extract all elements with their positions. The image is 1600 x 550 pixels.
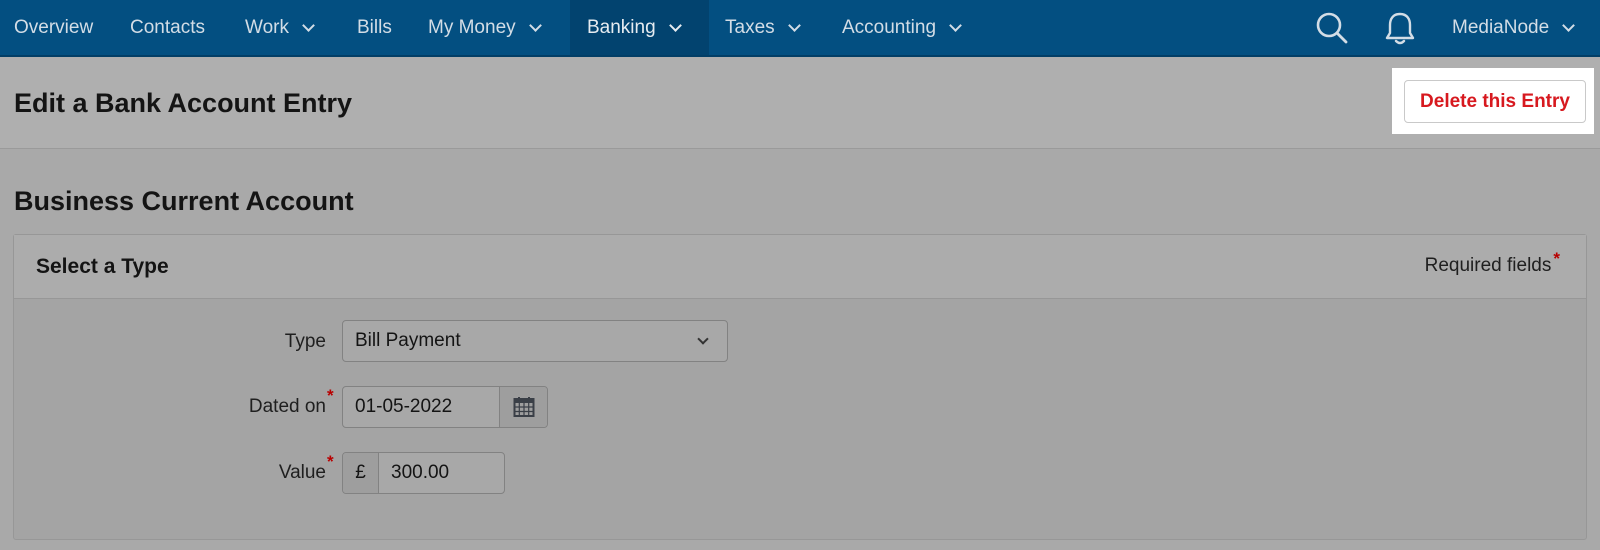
date-input[interactable]: 01-05-2022	[343, 387, 500, 427]
chevron-down-icon	[528, 18, 542, 32]
nav-item-work[interactable]: Work	[245, 0, 315, 55]
account-name: Business Current Account	[14, 186, 354, 216]
search-icon[interactable]	[1312, 8, 1352, 48]
date-field: 01-05-2022	[342, 386, 548, 428]
bell-icon[interactable]	[1380, 8, 1420, 48]
page-title: Edit a Bank Account Entry	[14, 88, 353, 118]
value-field: £ 300.00	[342, 452, 505, 494]
nav-item-accounting[interactable]: Accounting	[842, 0, 962, 55]
select-type-card: Select a Type Required fields *	[13, 234, 1587, 540]
value-label: Value	[278, 462, 326, 483]
chevron-down-icon	[697, 333, 709, 345]
chevron-down-icon	[302, 18, 315, 32]
card-title: Select a Type	[36, 255, 169, 278]
user-menu[interactable]: MediaNode	[1452, 0, 1576, 55]
nav-item-overview[interactable]: Overview	[14, 0, 93, 55]
currency-prefix: £	[343, 453, 379, 493]
nav-item-taxes[interactable]: Taxes	[725, 0, 801, 55]
type-label: Type	[284, 331, 326, 352]
nav-item-contacts[interactable]: Contacts	[130, 0, 205, 55]
delete-entry-button[interactable]: Delete this Entry	[1404, 80, 1586, 123]
required-fields-note: Required fields *	[1424, 249, 1560, 276]
card-header: Select a Type Required fields *	[14, 235, 1586, 299]
chevron-down-icon	[668, 18, 682, 32]
top-navigation-bar: Overview Contacts Work Bills My Money Ba…	[0, 0, 1600, 57]
chevron-down-icon	[949, 18, 962, 32]
required-star: *	[327, 452, 334, 471]
nav-item-bills[interactable]: Bills	[357, 0, 392, 55]
date-label: Dated on	[248, 396, 326, 417]
type-select-value: Bill Payment	[355, 330, 461, 351]
nav-item-banking[interactable]: Banking	[570, 0, 709, 55]
chevron-down-icon	[787, 18, 801, 32]
chevron-down-icon	[1562, 18, 1576, 32]
nav-item-my-money[interactable]: My Money	[428, 0, 542, 55]
type-select[interactable]: Bill Payment	[342, 320, 728, 362]
value-input[interactable]: 300.00	[379, 453, 504, 493]
required-star: *	[1553, 249, 1560, 268]
required-star: *	[327, 386, 334, 405]
calendar-icon	[513, 397, 534, 417]
calendar-button[interactable]	[500, 387, 547, 427]
